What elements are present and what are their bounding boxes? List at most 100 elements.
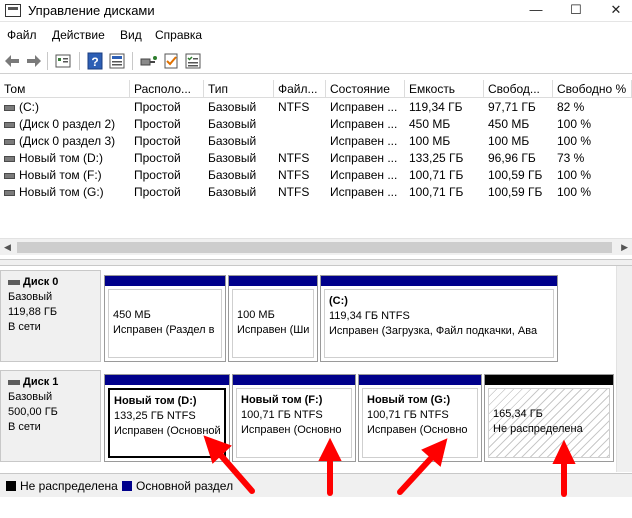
volume-layout: Простой	[134, 151, 181, 165]
volume-free-percent: 100 %	[557, 134, 592, 148]
scrollbar-thumb[interactable]	[17, 242, 612, 253]
column-free-percent[interactable]: Свободно %	[553, 80, 632, 98]
volume-free-percent: 100 %	[557, 117, 592, 131]
close-button[interactable]: ✕	[596, 0, 632, 22]
drive-icon	[4, 172, 15, 179]
column-filesystem[interactable]: Файл...	[274, 80, 326, 98]
pane-splitter[interactable]	[0, 259, 632, 266]
volume-status: Исправен ...	[330, 100, 398, 114]
partition-disk0-efi[interactable]: 100 МБ Исправен (Ши	[228, 275, 318, 362]
partition-disk0-recovery[interactable]: 450 МБ Исправен (Раздел в	[104, 275, 226, 362]
forward-icon[interactable]	[24, 52, 42, 70]
volume-capacity: 450 МБ	[409, 117, 451, 131]
column-volume[interactable]: Том	[0, 80, 130, 98]
check-icon[interactable]	[162, 52, 180, 70]
toolbar-separator	[132, 52, 133, 70]
volume-type: Базовый	[208, 134, 257, 148]
partition-size: 165,34 ГБ	[493, 408, 543, 420]
partition-status: Исправен (Раздел в	[113, 324, 215, 336]
toolbar-separator	[79, 52, 80, 70]
disk-type: Базовый	[8, 291, 53, 303]
partition-size: 133,25 ГБ NTFS	[114, 410, 196, 422]
drive-icon	[4, 104, 15, 111]
partition-unallocated[interactable]: 165,34 ГБ Не распределена	[484, 374, 614, 462]
column-status[interactable]: Состояние	[326, 80, 405, 98]
disk-name: Диск 1	[23, 376, 59, 388]
partition-g-drive[interactable]: Новый том (G:) 100,71 ГБ NTFS Исправен (…	[358, 374, 482, 462]
disk-type: Базовый	[8, 391, 53, 403]
menu-view[interactable]: Вид	[120, 28, 142, 42]
drive-icon	[4, 189, 15, 196]
partition-name: (C:)	[329, 295, 348, 307]
table-row[interactable]: Новый том (G:) Простой Базовый NTFS Испр…	[0, 183, 632, 200]
column-type[interactable]: Тип	[204, 80, 274, 98]
partition-size: 100 МБ	[237, 309, 275, 321]
menu-action[interactable]: Действие	[52, 28, 105, 42]
volume-name: (Диск 0 раздел 3)	[19, 134, 116, 148]
toolbar-separator	[47, 52, 48, 70]
help-icon[interactable]: ?	[86, 52, 104, 70]
scroll-left-icon[interactable]: ◀	[4, 242, 11, 253]
svg-text:?: ?	[91, 55, 98, 69]
table-row[interactable]: (C:) Простой Базовый NTFS Исправен ... 1…	[0, 98, 632, 115]
horizontal-scrollbar[interactable]: ◀ ▶	[0, 238, 632, 255]
volume-name: Новый том (G:)	[19, 185, 104, 199]
volume-filesystem: NTFS	[278, 168, 310, 182]
back-icon[interactable]	[4, 52, 22, 70]
volume-list: Том Располо... Тип Файл... Состояние Емк…	[0, 80, 632, 258]
disk-icon	[8, 279, 20, 285]
disk-size: 119,88 ГБ	[8, 306, 58, 318]
volume-name: Новый том (D:)	[19, 151, 103, 165]
partition-name: Новый том (F:)	[241, 394, 323, 406]
volume-filesystem: NTFS	[278, 100, 310, 114]
volume-name: (Диск 0 раздел 2)	[19, 117, 116, 131]
partition-name: Новый том (G:)	[367, 394, 451, 406]
partition-status: Исправен (Загрузка, Файл подкачки, Ава	[329, 325, 538, 337]
column-capacity[interactable]: Емкость	[405, 80, 484, 98]
list-icon[interactable]	[184, 52, 202, 70]
table-row[interactable]: (Диск 0 раздел 3) Простой Базовый Исправ…	[0, 132, 632, 149]
menu-help[interactable]: Справка	[155, 28, 202, 42]
volume-capacity: 119,34 ГБ	[409, 100, 463, 114]
partition-status: Не распределена	[493, 423, 583, 435]
vertical-scrollbar[interactable]	[616, 266, 632, 472]
volume-filesystem: NTFS	[278, 151, 310, 165]
volume-type: Базовый	[208, 185, 257, 199]
table-row[interactable]: (Диск 0 раздел 2) Простой Базовый Исправ…	[0, 115, 632, 132]
title-bar: Управление дисками — ☐ ✕	[0, 0, 632, 22]
volume-layout: Простой	[134, 134, 181, 148]
volume-type: Базовый	[208, 100, 257, 114]
column-layout[interactable]: Располо...	[130, 80, 204, 98]
volume-status: Исправен ...	[330, 185, 398, 199]
partition-type-bar	[321, 276, 557, 286]
legend-unallocated: Не распределена	[20, 479, 118, 493]
minimize-button[interactable]: —	[516, 0, 556, 22]
drive-icon	[4, 155, 15, 162]
drive-icon	[4, 138, 15, 145]
properties-icon[interactable]	[54, 52, 72, 70]
drive-icon	[4, 121, 15, 128]
legend-bar: Не распределена Основной раздел	[0, 473, 632, 497]
partition-size: 100,71 ГБ NTFS	[367, 409, 449, 421]
partition-f-drive[interactable]: Новый том (F:) 100,71 ГБ NTFS Исправен (…	[232, 374, 356, 462]
table-row[interactable]: Новый том (D:) Простой Базовый NTFS Испр…	[0, 149, 632, 166]
column-free-space[interactable]: Свобод...	[484, 80, 553, 98]
disk-0-label[interactable]: Диск 0 Базовый 119,88 ГБ В сети	[0, 270, 101, 362]
disk-map: Диск 0 Базовый 119,88 ГБ В сети 450 МБ И…	[0, 266, 632, 472]
volume-filesystem	[278, 115, 326, 132]
scroll-right-icon[interactable]: ▶	[621, 242, 628, 253]
volume-free-space: 100 МБ	[488, 134, 530, 148]
primary-partition-swatch	[122, 481, 132, 491]
partition-name: Новый том (D:)	[114, 395, 197, 407]
volume-type: Базовый	[208, 168, 257, 182]
partition-status: Исправен (Ши	[237, 324, 310, 336]
window-title: Управление дисками	[28, 3, 155, 18]
partition-c-drive[interactable]: (C:) 119,34 ГБ NTFS Исправен (Загрузка, …	[320, 275, 558, 362]
partition-d-drive[interactable]: Новый том (D:) 133,25 ГБ NTFS Исправен (…	[104, 374, 230, 462]
connect-icon[interactable]	[140, 52, 158, 70]
menu-file[interactable]: Файл	[7, 28, 37, 42]
table-row[interactable]: Новый том (F:) Простой Базовый NTFS Испр…	[0, 166, 632, 183]
view-icon[interactable]	[108, 52, 126, 70]
disk-1-label[interactable]: Диск 1 Базовый 500,00 ГБ В сети	[0, 370, 101, 462]
maximize-button[interactable]: ☐	[556, 0, 596, 22]
